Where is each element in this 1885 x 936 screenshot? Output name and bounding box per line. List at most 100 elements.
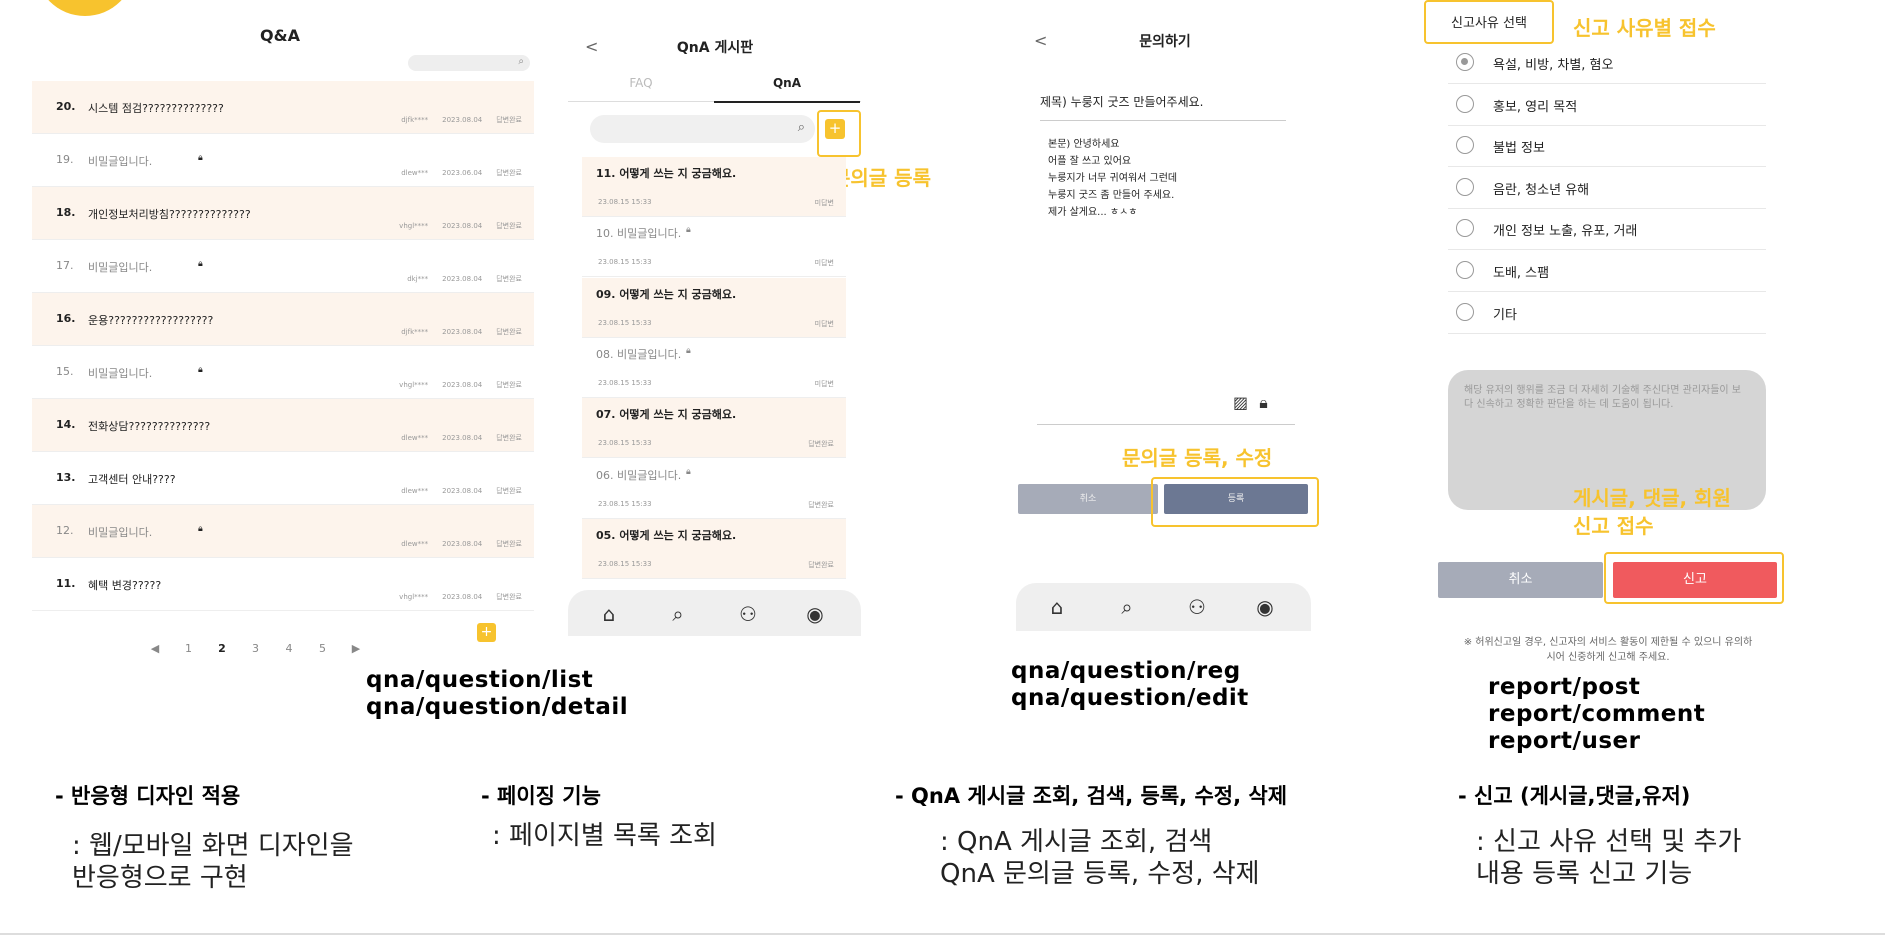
lock-icon: 🔒︎ <box>686 466 691 477</box>
list-item[interactable]: 06. 비밀글입니다. 🔒︎ 23.08.15 15:33 답변완료 <box>582 459 846 519</box>
list-item-title: 08. 비밀글입니다. <box>596 347 682 361</box>
row-date: 2023.08.04 <box>442 381 483 389</box>
table-row[interactable]: 19. 비밀글입니다. 🔒︎ dlew*** 2023.06.04 답변완료 <box>32 134 534 187</box>
inquiry-page-title: 문의하기 <box>1139 34 1191 50</box>
cancel-button[interactable]: 취소 <box>1438 562 1603 598</box>
list-item[interactable]: 05. 어떻게 쓰는 지 궁금해요. 23.08.15 15:33 답변완료 <box>582 518 846 579</box>
list-item-title: 09. 어떻게 쓰는 지 궁금해요. <box>596 287 737 301</box>
pagination-page[interactable]: 3 <box>241 642 271 655</box>
pagination: ◀ 1 2 3 4 5 ▶ <box>140 642 371 655</box>
back-icon[interactable]: < <box>1034 31 1047 50</box>
tab-faq[interactable]: FAQ <box>568 76 714 90</box>
report-reason-option[interactable]: 욕설, 비방, 차별, 혐오 <box>1448 42 1766 84</box>
row-user: djfk**** <box>401 328 429 336</box>
report-reason-option[interactable]: 홍보, 영리 목적 <box>1448 84 1766 126</box>
row-title[interactable]: 개인정보처리방침?????????????? <box>88 206 251 222</box>
subject-field[interactable]: 제목) 누룽지 굿즈 만들어주세요. <box>1040 93 1286 121</box>
home-icon[interactable]: ⌂ <box>596 602 622 628</box>
cancel-button[interactable]: 취소 <box>1018 484 1158 514</box>
row-title[interactable]: 운용?????????????????? <box>88 312 213 328</box>
lock-icon[interactable]: 🔒︎ <box>1259 393 1268 412</box>
table-row[interactable]: 17. 비밀글입니다. 🔒︎ dkj*** 2023.08.04 답변완료 <box>32 240 534 293</box>
table-row[interactable]: 18. 개인정보처리방침?????????????? vhgl**** 2023.08… <box>32 187 534 240</box>
list-item-date: 23.08.15 15:33 <box>598 499 652 508</box>
row-title[interactable]: 전화상담?????????????? <box>88 418 210 434</box>
list-item-title: 06. 비밀글입니다. <box>596 468 682 482</box>
home-icon[interactable]: ⌂ <box>1044 595 1070 621</box>
report-reason-option[interactable]: 음란, 청소년 유해 <box>1448 167 1766 209</box>
row-date: 2023.08.04 <box>442 328 483 336</box>
search-icon[interactable]: ⌕ <box>798 120 805 135</box>
list-item[interactable]: 10. 비밀글입니다. 🔒︎ 23.08.15 15:33 미답변 <box>582 217 846 278</box>
feature-desc-line: 반응형으로 구현 <box>72 863 248 893</box>
tab-qna[interactable]: QnA <box>714 76 860 103</box>
list-item[interactable]: 08. 비밀글입니다. 🔒︎ 23.08.15 15:33 미답변 <box>582 338 846 398</box>
report-reason-option[interactable]: 불법 정보 <box>1448 125 1766 168</box>
list-item[interactable]: 11. 어떻게 쓰는 지 궁금해요. 23.08.15 15:33 미답변 <box>582 157 846 217</box>
table-row[interactable]: 16. 운용?????????????????? djfk**** 2023.08.0… <box>32 293 534 346</box>
pagination-page[interactable]: 4 <box>274 642 304 655</box>
row-title[interactable]: 비밀글입니다. <box>88 365 152 381</box>
pagination-page[interactable]: 1 <box>174 642 204 655</box>
radio-button[interactable] <box>1456 94 1474 113</box>
report-reason-option[interactable]: 개인 정보 노출, 유포, 거래 <box>1448 208 1766 251</box>
search-icon[interactable]: ⌕ <box>1114 595 1140 621</box>
feature-heading: - 페이징 기능 <box>481 784 601 808</box>
profile-icon[interactable]: ◉ <box>802 602 828 628</box>
route-label: qna/question/detail <box>366 694 629 720</box>
report-reason-option[interactable]: 도배, 스팸 <box>1448 250 1766 292</box>
profile-icon[interactable]: ◉ <box>1252 595 1278 621</box>
radio-button[interactable] <box>1456 177 1474 196</box>
annotation-line: 게시글, 댓글, 회원 <box>1573 486 1731 510</box>
table-row[interactable]: 15. 비밀글입니다. 🔒︎ vhgl**** 2023.08.04 답변완료 <box>32 346 534 399</box>
people-icon[interactable]: ⚇ <box>1184 595 1210 621</box>
annotation-question-register: 문의글 등록 <box>832 166 931 190</box>
pagination-prev-button[interactable]: ◀ <box>140 642 170 655</box>
radio-button[interactable] <box>1456 136 1474 155</box>
list-item[interactable]: 09. 어떻게 쓰는 지 궁금해요. 23.08.15 15:33 미답변 <box>582 277 846 338</box>
lock-icon: 🔒︎ <box>198 524 203 534</box>
image-icon[interactable]: ▨ <box>1233 393 1248 412</box>
row-user: dkj*** <box>407 275 429 283</box>
row-title[interactable]: 고객센터 안내???? <box>88 471 176 487</box>
row-title[interactable]: 비밀글입니다. <box>88 524 152 540</box>
row-number: 17. <box>56 259 74 272</box>
feature-description: : 신고 사유 선택 및 추가 내용 등록 신고 기능 <box>1476 826 1741 890</box>
list-item[interactable]: 07. 어떻게 쓰는 지 궁금해요. 23.08.15 15:33 답변완료 <box>582 398 846 459</box>
row-title[interactable]: 혜택 변경????? <box>88 577 161 593</box>
radio-button[interactable] <box>1456 219 1474 238</box>
row-number: 14. <box>56 418 76 431</box>
lock-icon: 🔒︎ <box>198 259 203 269</box>
pagination-page-current[interactable]: 2 <box>207 642 237 655</box>
back-icon[interactable]: < <box>585 37 598 56</box>
table-row[interactable]: 20. 시스템 점검?????????????? djfk**** 2023.08.0… <box>32 81 534 134</box>
annotation-report-targets: 게시글, 댓글, 회원 신고 접수 <box>1573 484 1731 540</box>
table-row[interactable]: 12. 비밀글입니다. 🔒︎ dlew*** 2023.08.04 답변완료 <box>32 505 534 558</box>
radio-button[interactable] <box>1456 261 1474 279</box>
qna-search-input[interactable]: ⌕ <box>590 115 815 143</box>
radio-button[interactable] <box>1456 302 1474 321</box>
pagination-page[interactable]: 5 <box>308 642 338 655</box>
table-row[interactable]: 11. 혜택 변경????? vhgl**** 2023.08.04 답변완료 <box>32 558 534 611</box>
qa-search-input[interactable]: ⌕ <box>408 55 530 71</box>
report-reason-option[interactable]: 기타 <box>1448 292 1766 334</box>
row-status: 답변완료 <box>496 381 522 389</box>
people-icon[interactable]: ⚇ <box>735 602 761 628</box>
row-meta: vhgl**** 2023.08.04 답변완료 <box>385 592 522 602</box>
feature-heading: - QnA 게시글 조회, 검색, 등록, 수정, 삭제 <box>895 784 1288 808</box>
lock-icon: 🔒︎ <box>686 345 691 356</box>
add-question-button[interactable]: + <box>477 623 496 642</box>
body-field[interactable]: 본문) 안녕하세요 어플 잘 쓰고 있어요 누룽지가 너무 귀여워서 그런데 누… <box>1048 136 1177 221</box>
search-icon[interactable]: ⌕ <box>518 56 524 67</box>
pagination-next-button[interactable]: ▶ <box>341 642 371 655</box>
radio-button[interactable] <box>1456 53 1474 71</box>
row-title[interactable]: 비밀글입니다. <box>88 259 152 275</box>
table-row[interactable]: 14. 전화상담?????????????? dlew*** 2023.08.04 답변… <box>32 399 534 452</box>
row-title[interactable]: 시스템 점검?????????????? <box>88 100 224 116</box>
row-title[interactable]: 비밀글입니다. <box>88 153 152 169</box>
search-icon[interactable]: ⌕ <box>665 602 691 628</box>
list-item-date: 23.08.15 15:33 <box>598 378 652 387</box>
row-date: 2023.08.04 <box>442 593 483 601</box>
route-label: report/post <box>1488 674 1641 700</box>
table-row[interactable]: 13. 고객센터 안내???? dlew*** 2023.08.04 답변완료 <box>32 452 534 505</box>
